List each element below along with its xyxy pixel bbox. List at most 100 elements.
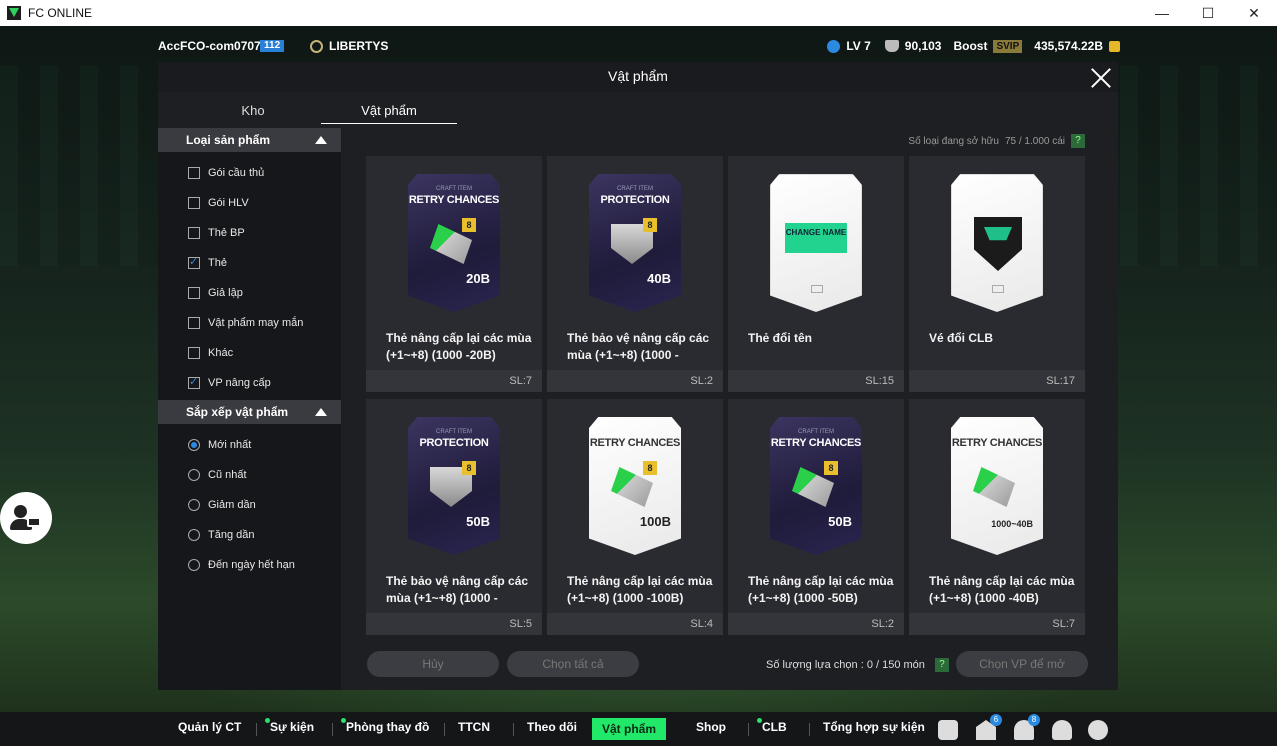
fc-logo-icon [992,285,1004,293]
nav-item-label: Theo dõi [527,720,577,734]
dialog-header: Vật phẩm [158,62,1118,92]
open-items-button[interactable]: Chọn VP để mở [956,651,1088,677]
coin-count: 435,574.22B [1034,39,1103,53]
club-info[interactable]: LIBERTYS [310,39,388,53]
radio-button[interactable] [188,559,200,571]
item-card[interactable]: RETRY CHANCES 1000~40B Thẻ nâng cấp lại cá… [909,399,1085,635]
mail-icon[interactable]: 6 [976,714,1002,740]
sort-option[interactable]: Cũ nhất [188,466,247,484]
item-card[interactable]: RETRY CHANCES 8 100B Thẻ nâng cấp lại các m… [547,399,723,635]
pack-title: RETRY CHANCES [951,437,1043,449]
filter-option[interactable]: Thẻ [188,254,227,272]
level-badge: 8 [462,461,476,475]
owned-info: Số loại đang sở hữu 75 / 1.000 cái ? [908,134,1085,148]
bell-icon[interactable]: 8 [1014,714,1040,740]
tab-kho[interactable]: Kho [185,100,321,124]
filter-section-header[interactable]: Loại sản phẩm [158,128,341,152]
select-all-button[interactable]: Chọn tất cả [507,651,639,677]
collapse-triangle-icon [315,408,327,416]
item-name: Thẻ bảo vệ nâng cấp các mùa (+1~+8) (100… [386,574,529,605]
settings-icon-shape [1088,720,1108,740]
coin-icon [1109,40,1120,52]
checkbox[interactable] [188,197,200,209]
radio-button[interactable] [188,499,200,511]
checkbox[interactable] [188,375,200,389]
bottom-nav: Quản lý CT Sự kiện Phòng thay đồ TTCN Theo d… [0,712,1277,746]
item-name: Thẻ bảo vệ nâng cấp các mùa (+1~+8) (100… [567,331,710,362]
filter-option[interactable]: Vật phẩm may mắn [188,314,303,332]
filter-option[interactable]: Khác [188,344,233,362]
item-name: Vé đổi CLB [929,331,994,345]
radio-button[interactable] [188,439,200,451]
radio-button[interactable] [188,529,200,541]
filter-option[interactable]: VP nâng cấp [188,374,271,392]
filter-sidebar: Loại sản phẩm Gói cầu thủ Gói HLV Thẻ BP Th… [158,128,341,690]
item-card[interactable]: CRAFT ITEM RETRY CHANCES 8 20B Thẻ nâng cấp … [366,156,542,392]
nav-item-0[interactable]: Quản lý CT [178,720,241,738]
item-art: RETRY CHANCES 8 100B [589,417,681,555]
account-badge: 112 [260,40,285,52]
close-window-button[interactable]: ✕ [1231,0,1277,26]
nav-item-1[interactable]: Sự kiện [265,718,314,738]
nav-item-2[interactable]: Phòng thay đồ [341,718,429,738]
item-quantity: SL:2 [728,613,904,635]
nav-item-4[interactable]: Theo dõi [527,720,577,738]
item-card[interactable]: CRAFT ITEM RETRY CHANCES 8 50B Thẻ nâng cấp … [728,399,904,635]
nav-separator [809,723,810,736]
player-stats: LV 7 90,103 Boost SVIP 435,574.22B [827,39,1120,53]
item-card[interactable]: CRAFT ITEM PROTECTION 8 50B Thẻ bảo vệ nâng … [366,399,542,635]
help-button[interactable]: ? [1071,134,1085,148]
profile-icon[interactable] [1052,720,1072,740]
checkbox[interactable] [188,317,200,329]
radio-button[interactable] [188,469,200,481]
nav-item-3[interactable]: TTCN [458,720,490,738]
close-dialog-button[interactable] [1090,66,1112,88]
item-quantity: SL:17 [909,370,1085,392]
notification-dot [757,718,762,723]
social-button[interactable] [0,492,52,544]
nav-item-7[interactable]: CLB [757,718,787,738]
checkbox[interactable] [188,255,200,269]
nav-item-8[interactable]: Tổng hợp sự kiện [823,720,925,738]
help-button[interactable]: ? [934,658,949,672]
item-card[interactable]: CRAFT ITEM PROTECTION 8 40B Thẻ bảo vệ nâng … [547,156,723,392]
sort-section-header[interactable]: Sắp xếp vật phẩm [158,400,341,424]
sort-option[interactable]: Giảm dần [188,496,256,514]
chat-icon[interactable] [938,720,958,740]
cancel-button[interactable]: Hủy [367,651,499,677]
tab-vat-pham[interactable]: Vật phẩm [321,100,457,124]
item-art [951,174,1043,312]
pack-title: RETRY CHANCES [589,437,681,449]
checkbox[interactable] [188,227,200,239]
sort-option[interactable]: Đến ngày hết hạn [188,556,295,574]
chat-icon-shape [938,720,958,740]
settings-icon[interactable] [1088,720,1108,740]
item-card[interactable]: CHANGE NAME Thẻ đổi tên SL:15 [728,156,904,392]
filter-option[interactable]: Thẻ BP [188,224,245,242]
minimize-button[interactable]: — [1139,0,1185,26]
item-name: Thẻ nâng cấp lại các mùa (+1~+8) (1000 -… [386,331,532,362]
checkbox[interactable] [188,347,200,359]
item-card[interactable]: Vé đổi CLB SL:17 [909,156,1085,392]
sort-option[interactable]: Mới nhất [188,436,251,454]
pack-title: RETRY CHANCES [408,194,500,206]
filter-option-label: Giả lập [208,287,243,299]
checkbox[interactable] [188,287,200,299]
item-name: Thẻ đổi tên [748,331,812,345]
pack-value: 1000~40B [991,519,1033,529]
sort-option[interactable]: Tăng dần [188,526,254,544]
nav-separator [256,723,257,736]
checkbox[interactable] [188,167,200,179]
notification-badge: 6 [990,714,1002,726]
sort-option-label: Cũ nhất [208,469,247,481]
club-emblem-icon [310,39,323,53]
nav-item-5[interactable]: Vật phẩm [592,718,667,740]
filter-option[interactable]: Gói cầu thủ [188,164,264,182]
fc-logo-icon [811,285,823,293]
filter-option[interactable]: Gói HLV [188,194,249,212]
window-titlebar: FC ONLINE — ☐ ✕ [0,0,1277,26]
filter-option[interactable]: Giả lập [188,284,243,302]
selection-count: Số lượng lựa chọn : 0 / 150 món ? [766,658,949,672]
nav-item-6[interactable]: Shop [696,720,726,738]
maximize-button[interactable]: ☐ [1185,0,1231,26]
